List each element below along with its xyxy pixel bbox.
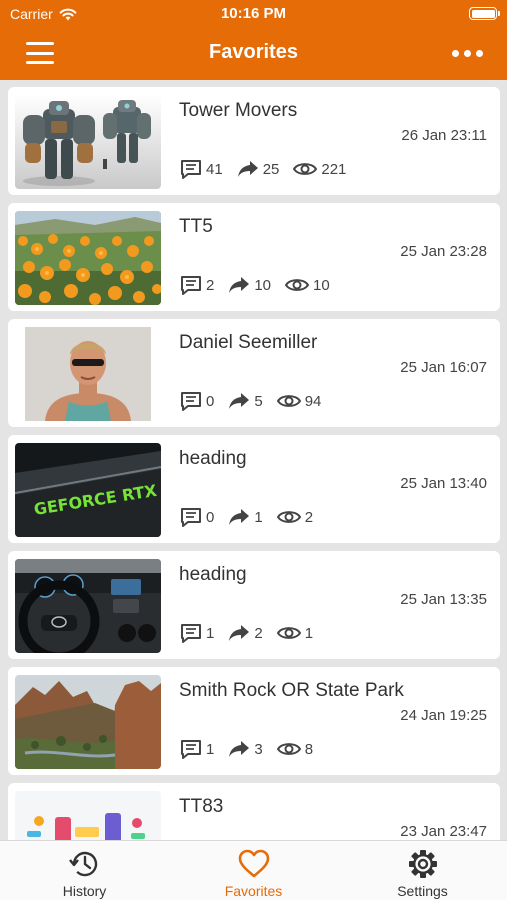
favorites-list[interactable]: Tower Movers 26 Jan 23:11 41 25 221 TT5 … <box>0 80 507 840</box>
item-stats: 1 2 1 <box>180 623 327 643</box>
item-title: Daniel Seemiller <box>179 332 318 353</box>
share-count: 25 <box>262 160 280 178</box>
item-title: heading <box>179 448 247 469</box>
item-date: 25 Jan 13:40 <box>400 475 487 492</box>
share-icon <box>229 393 250 409</box>
heart-icon <box>238 849 269 878</box>
thumbnail-rock-canyon <box>15 675 161 769</box>
share-icon <box>229 277 250 293</box>
eye-icon <box>276 511 301 523</box>
tab-bar: History Favorites Settings <box>0 840 507 900</box>
comment-icon <box>181 276 201 295</box>
item-date: 25 Jan 23:28 <box>400 243 487 260</box>
item-stats: 2 10 10 <box>180 275 344 295</box>
item-date: 25 Jan 16:07 <box>400 359 487 376</box>
share-count: 5 <box>254 392 263 410</box>
share-icon <box>229 509 250 525</box>
item-date: 24 Jan 19:25 <box>400 707 487 724</box>
view-count: 221 <box>321 160 347 178</box>
app-header: Carrier 10:16 PM Favorites <box>0 0 507 80</box>
share-count: 10 <box>254 276 272 294</box>
eye-icon <box>285 279 310 291</box>
item-title: TT5 <box>179 216 213 237</box>
eye-icon <box>276 395 301 407</box>
comment-icon <box>181 160 201 179</box>
share-count: 2 <box>254 624 263 642</box>
comment-icon <box>181 740 201 759</box>
list-item[interactable]: Smith Rock OR State Park 24 Jan 19:25 1 … <box>8 667 500 775</box>
comment-icon <box>181 624 201 643</box>
item-title: heading <box>179 564 247 585</box>
comment-icon <box>181 508 201 527</box>
list-item[interactable]: heading 25 Jan 13:35 1 2 1 <box>8 551 500 659</box>
view-count: 1 <box>304 624 314 642</box>
view-count: 2 <box>304 508 314 526</box>
comment-count: 1 <box>206 740 215 758</box>
navigation-bar: Favorites <box>0 28 507 80</box>
status-bar: Carrier 10:16 PM <box>0 0 507 28</box>
history-clock-icon <box>68 851 97 877</box>
gear-icon <box>408 850 437 878</box>
battery-icon <box>469 7 500 20</box>
tab-settings[interactable]: Settings <box>338 841 507 900</box>
comment-icon <box>181 392 201 411</box>
item-date: 23 Jan 23:47 <box>400 823 487 840</box>
item-date: 25 Jan 13:35 <box>400 591 487 608</box>
page-title: Favorites <box>209 41 298 63</box>
view-count: 94 <box>304 392 322 410</box>
share-icon <box>237 161 258 177</box>
list-item[interactable]: TT5 25 Jan 23:28 2 10 10 <box>8 203 500 311</box>
thumbnail-robot-figures <box>15 95 161 189</box>
more-dots-icon[interactable] <box>452 50 483 57</box>
comment-count: 41 <box>206 160 223 178</box>
share-icon <box>229 741 250 757</box>
thumbnail-app-illustration <box>15 791 161 840</box>
thumbnail-man-sunglasses <box>15 327 161 421</box>
comment-count: 0 <box>206 508 215 526</box>
tab-history[interactable]: History <box>0 841 169 900</box>
list-item[interactable]: TT83 23 Jan 23:47 <box>8 783 500 840</box>
tab-label: History <box>62 883 107 899</box>
view-count: 10 <box>313 276 330 294</box>
comment-count: 0 <box>206 392 215 410</box>
thumbnail-geforce-rtx-card: GEFORCE RTX <box>15 443 161 537</box>
list-item[interactable]: Daniel Seemiller 25 Jan 16:07 0 5 94 <box>8 319 500 427</box>
clock: 10:16 PM <box>220 5 287 22</box>
view-count: 8 <box>304 740 314 758</box>
item-title: Tower Movers <box>179 100 298 121</box>
comment-count: 2 <box>206 276 215 294</box>
thumbnail-car-dashboard <box>15 559 161 653</box>
share-count: 1 <box>254 508 263 526</box>
eye-icon <box>293 163 318 175</box>
tab-label: Settings <box>397 883 448 899</box>
item-date: 26 Jan 23:11 <box>401 127 487 144</box>
share-count: 3 <box>254 740 263 758</box>
item-stats: 41 25 221 <box>180 159 360 179</box>
eye-icon <box>276 627 301 639</box>
tab-label: Favorites <box>224 883 283 899</box>
item-stats: 0 5 94 <box>180 391 335 411</box>
share-icon <box>229 625 250 641</box>
tab-favorites[interactable]: Favorites <box>169 841 338 900</box>
item-title: TT83 <box>179 796 224 817</box>
item-title: Smith Rock OR State Park <box>179 680 404 701</box>
thumbnail-orange-poppies <box>15 211 161 305</box>
hamburger-menu-icon[interactable] <box>26 42 54 64</box>
list-item[interactable]: Tower Movers 26 Jan 23:11 41 25 221 <box>8 87 500 195</box>
item-stats: 1 3 8 <box>180 739 327 759</box>
list-item[interactable]: GEFORCE RTX heading 25 Jan 13:40 0 1 2 <box>8 435 500 543</box>
item-stats: 0 1 2 <box>180 507 327 527</box>
eye-icon <box>276 743 301 755</box>
comment-count: 1 <box>206 624 215 642</box>
